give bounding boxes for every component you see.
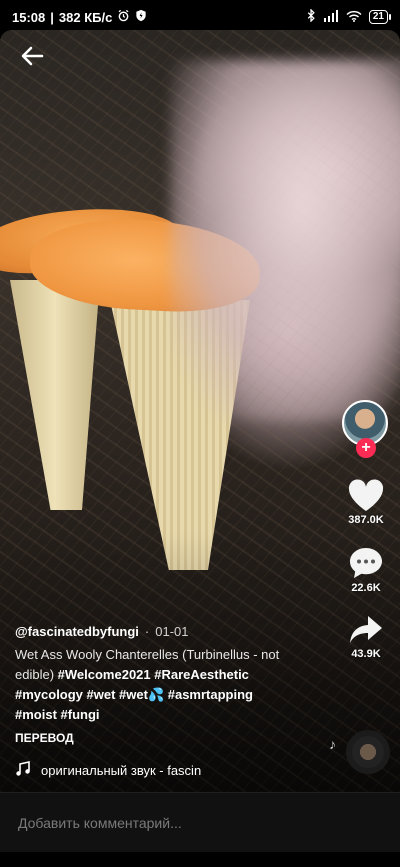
bluetooth-icon (307, 8, 316, 25)
blurred-hand (170, 60, 400, 420)
author-handle[interactable]: @fascinatedbyfungi (15, 624, 139, 639)
back-arrow-icon (21, 46, 44, 66)
translate-button[interactable]: ПЕРЕВОД (15, 731, 305, 745)
shield-icon (135, 9, 147, 25)
sound-row[interactable]: оригинальный звук - fascinatedbyfungi (15, 760, 205, 780)
like-count: 387.0K (348, 514, 384, 526)
music-note-icon (15, 760, 31, 780)
floating-music-note-icon: ♪ (329, 736, 336, 752)
follow-plus-icon[interactable]: + (356, 438, 376, 458)
network-speed: 382 КБ/с (58, 9, 113, 25)
comment-button[interactable]: 22.6K (348, 546, 384, 594)
battery-indicator: 21 (368, 10, 392, 24)
video-caption: @fascinatedbyfungi · 01-01 Wet Ass Wooly… (15, 624, 305, 745)
hashtags[interactable]: #mycology #wet #wet💦 #asmrtapping (15, 687, 253, 702)
like-button[interactable]: 387.0K (347, 478, 385, 526)
alarm-icon (117, 9, 130, 25)
post-date: 01-01 (155, 624, 189, 639)
share-count: 43.9K (351, 648, 381, 660)
video-description: Wet Ass Wooly Chanterelles (Turbinellus … (15, 645, 305, 725)
sound-title[interactable]: оригинальный звук - fascinatedbyfungi (41, 763, 201, 778)
comment-input[interactable]: Добавить комментарий... (18, 815, 182, 831)
comment-bar[interactable]: Добавить комментарий... (0, 792, 400, 852)
sound-disc-button[interactable] (346, 730, 390, 774)
share-button[interactable]: 43.9K (348, 614, 384, 660)
status-time: 15:08 (12, 9, 46, 25)
comment-count: 22.6K (351, 582, 381, 594)
wifi-icon (346, 10, 362, 25)
action-rail: + 387.0K 22.6K 43.9K (340, 400, 392, 660)
author-avatar-button[interactable]: + (342, 400, 390, 458)
heart-icon[interactable] (347, 478, 385, 512)
hashtags[interactable]: #Welcome2021 #RareAesthetic (58, 667, 249, 682)
signal-icon (323, 9, 339, 25)
comment-icon[interactable] (348, 546, 384, 580)
hashtags[interactable]: #moist #fungi (15, 707, 100, 722)
back-button[interactable] (18, 42, 46, 70)
share-icon[interactable] (348, 614, 384, 646)
status-bar: 15:08 | 382 КБ/с 21 (0, 0, 400, 34)
